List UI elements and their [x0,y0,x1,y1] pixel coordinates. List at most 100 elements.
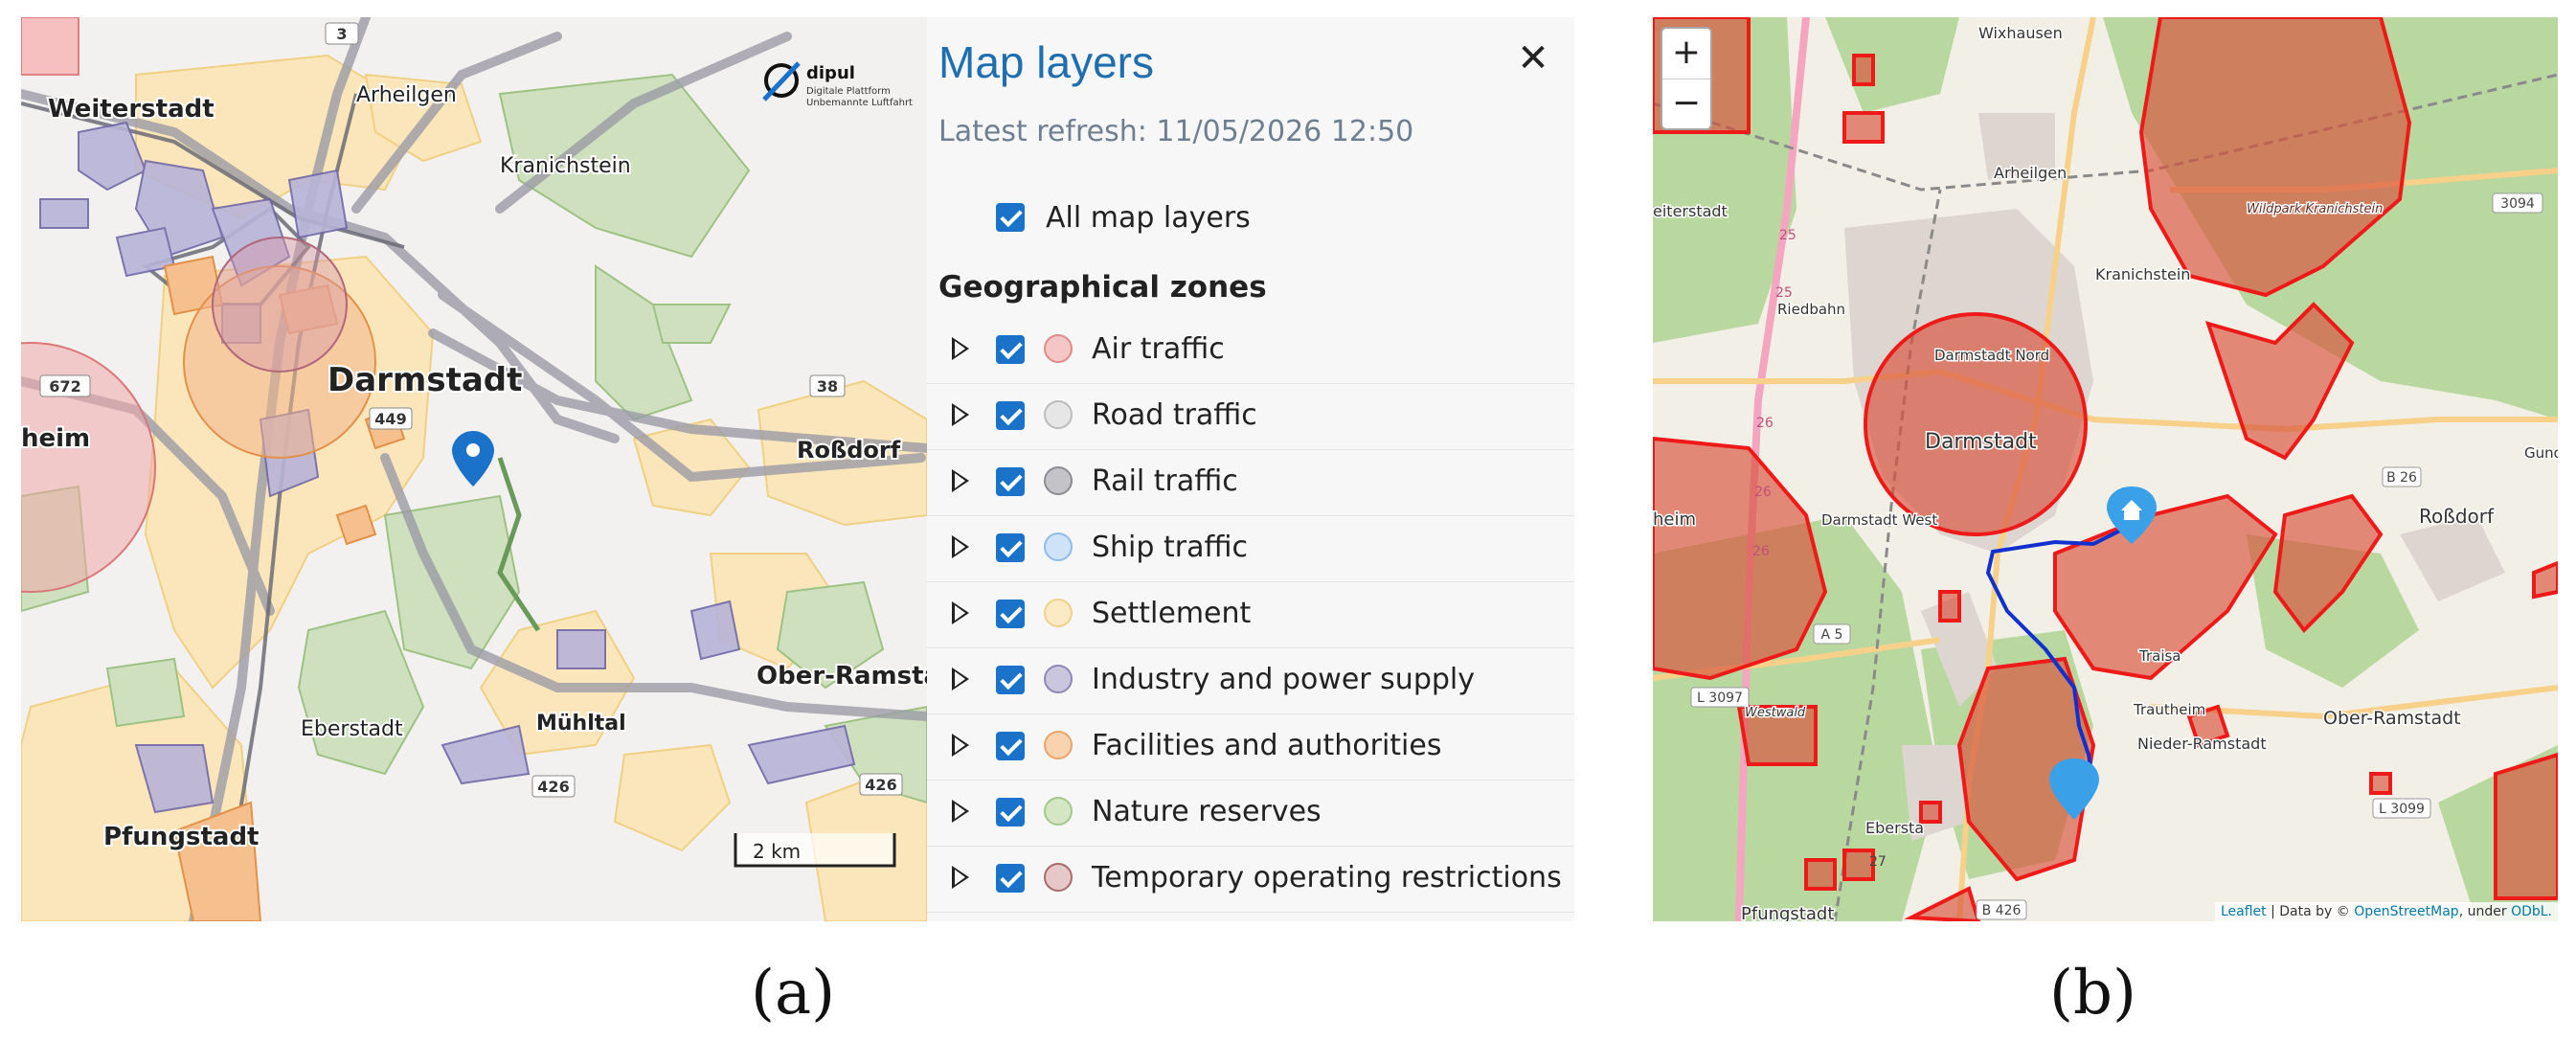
layer-name: Road traffic [1092,398,1257,432]
layer-checkbox[interactable] [996,798,1025,826]
layer-checkbox[interactable] [996,732,1025,760]
label-eberstadt: Ebersta [1865,819,1924,837]
layer-name: Rail traffic [1092,464,1238,498]
label-riedbahn: Riedbahn [1777,301,1845,318]
expand-icon[interactable] [952,601,969,624]
expand-icon[interactable] [952,734,969,757]
road-l3099: L 3099 [2379,802,2425,817]
layer-row-air-traffic[interactable]: Air traffic [927,317,1574,384]
layer-row-temporary-restrictions[interactable]: Temporary operating restrictions [927,846,1574,913]
layer-row-settlement[interactable]: Settlement [927,581,1574,648]
osm-link[interactable]: OpenStreetMap [2354,904,2458,919]
label-westwald: Westwald [1745,706,1806,720]
layer-row-road-traffic[interactable]: Road traffic [927,383,1574,450]
road-shield-3: 3 [336,25,347,43]
map-b[interactable]: 3094 25 25 26 26 26 A 5 L 3097 B 26 L 30… [1653,17,2558,921]
logo-line1: Digitale Plattform [806,86,891,97]
scale-bar: 2 km [734,833,896,868]
layer-checkbox[interactable] [996,864,1025,893]
label-trautheim: Trautheim [2133,701,2205,718]
caption-a: (a) [751,958,836,1029]
layer-swatch [1044,599,1073,627]
layer-checkbox[interactable] [996,401,1025,430]
layer-swatch [1044,400,1073,429]
road-3094: 3094 [2500,196,2535,212]
label-pfungstadt: Pfungstadt [103,823,260,851]
label-darmstadt: Darmstadt [328,361,522,399]
section-geographical-zones: Geographical zones [938,270,1267,305]
odbl-link[interactable]: ODbL. [2511,904,2552,919]
label-arheilgen: Arheilgen [356,83,457,107]
expand-icon[interactable] [952,535,969,558]
label-kranichstein: Kranichstein [2095,265,2190,283]
layer-row-nature-reserves[interactable]: Nature reserves [927,780,1574,847]
all-layers-label: All map layers [1046,201,1251,235]
logo-name: dipul [806,63,855,83]
expand-icon[interactable] [952,866,969,889]
layer-row-industry[interactable]: Industry and power supply [927,647,1574,714]
road-shield-426-b: 426 [865,776,896,794]
road-shield-426-a: 426 [537,778,569,796]
all-layers-checkbox[interactable] [996,203,1025,232]
layer-checkbox[interactable] [996,533,1025,562]
expand-icon[interactable] [952,337,969,360]
layer-swatch [1044,334,1073,363]
logo-line2: Unbemannte Luftfahrt [806,98,913,108]
layer-swatch [1044,731,1073,759]
road-shield-672: 672 [49,377,80,396]
map-a[interactable]: 3 672 38 449 426 426 Weiterstadt Arheilg… [21,17,927,921]
expand-icon[interactable] [952,469,969,492]
layer-row-rail-traffic[interactable]: Rail traffic [927,449,1574,516]
label-kranichstein: Kranichstein [500,154,631,178]
layer-name: Temporary operating restrictions [1092,861,1562,894]
label-rossdorf: Roßdorf [2419,505,2495,528]
layers-title: Map layers [938,37,1154,87]
layer-checkbox[interactable] [996,467,1025,496]
label-darmstadt: Darmstadt [1925,430,2037,454]
layer-row-facilities[interactable]: Facilities and authorities [927,713,1574,781]
layer-name: Air traffic [1092,332,1225,366]
layer-swatch [1044,797,1073,826]
leaflet-link[interactable]: Leaflet [2221,904,2267,919]
road-b426: B 426 [1982,903,2022,918]
road-shield-449: 449 [374,410,406,428]
expand-icon[interactable] [952,800,969,823]
layer-checkbox[interactable] [996,335,1025,364]
layer-swatch [1044,466,1073,495]
road-26-b: 26 [1754,485,1772,500]
attribution-sep: | Data by © [2266,904,2355,919]
label-darmstadt-nord: Darmstadt Nord [1934,347,2049,364]
label-weiterstadt: eiterstadt [1653,202,1728,220]
road-l3097: L 3097 [1697,690,1743,706]
zoom-out-button[interactable]: − [1662,79,1710,129]
label-rossdorf: Roßdorf [797,437,901,464]
label-ober-ramstadt: Ober-Ramstadt [2323,708,2461,729]
label-darmstadt-west: Darmstadt West [1821,511,1937,529]
close-icon[interactable]: ✕ [1509,34,1557,82]
attribution-under: , under [2458,904,2512,919]
layer-checkbox[interactable] [996,666,1025,694]
layer-swatch [1044,665,1073,693]
label-heim: heim [1653,509,1696,530]
road-b26: B 26 [2386,470,2417,486]
label-traisa: Traisa [2138,647,2181,665]
label-pfungstadt: Pfungstadt [1741,904,1834,921]
map-attribution: Leaflet | Data by © OpenStreetMap, under… [2214,902,2558,921]
layer-checkbox[interactable] [996,600,1025,628]
layer-swatch [1044,532,1073,561]
road-25-b: 25 [1775,285,1793,301]
label-weiterstadt: Weiterstadt [48,95,215,124]
scale-bar-label: 2 km [753,840,801,863]
label-wildpark: Wildpark Kranichstein [2247,202,2383,216]
layer-name: Ship traffic [1092,531,1248,564]
road-a5: A 5 [1821,627,1843,643]
label-ober-ramstadt: Ober-Ramstadt [757,662,927,690]
expand-icon[interactable] [952,403,969,426]
zoom-in-button[interactable]: + [1662,29,1710,79]
layer-swatch [1044,863,1073,892]
zoom-control: + − [1661,27,1712,130]
expand-icon[interactable] [952,668,969,690]
layer-row-ship-traffic[interactable]: Ship traffic [927,515,1574,582]
label-wixhausen: Wixhausen [1978,24,2063,42]
road-25-a: 25 [1779,228,1796,243]
